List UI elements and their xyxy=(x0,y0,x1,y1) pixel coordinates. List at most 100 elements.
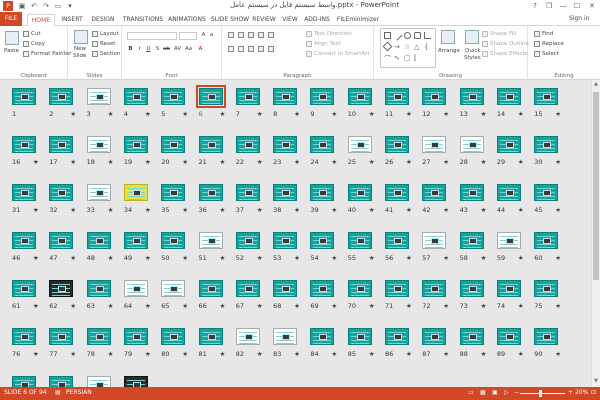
normal-view-icon[interactable]: ▭ xyxy=(468,389,474,396)
slide-thumbnail[interactable] xyxy=(123,232,148,249)
quick-styles-button[interactable]: Quick xyxy=(465,48,481,54)
reset-button[interactable]: Reset xyxy=(100,41,115,47)
slide-thumbnail[interactable] xyxy=(496,184,521,201)
convert-smartart-button[interactable]: Convert to SmartArt xyxy=(314,51,370,57)
columns-icon[interactable] xyxy=(268,46,274,52)
transition-star-icon[interactable]: ★ xyxy=(108,302,114,310)
transition-star-icon[interactable]: ★ xyxy=(220,110,226,118)
slide-thumbnail[interactable] xyxy=(123,280,148,297)
zoom-out-icon[interactable]: − xyxy=(514,389,519,396)
shape-fill-button[interactable]: Shape Fill xyxy=(490,31,516,37)
slide-thumbnail[interactable] xyxy=(496,136,521,153)
transition-star-icon[interactable]: ★ xyxy=(108,254,114,262)
slide-thumbnail[interactable] xyxy=(347,328,372,345)
slide-thumbnail[interactable] xyxy=(86,328,111,345)
slide-thumbnail[interactable] xyxy=(235,184,260,201)
transition-star-icon[interactable]: ★ xyxy=(70,158,76,166)
transition-star-icon[interactable]: ★ xyxy=(555,158,561,166)
transition-star-icon[interactable]: ★ xyxy=(331,206,337,214)
slide-thumbnail[interactable] xyxy=(422,184,447,201)
align-text-button[interactable]: Align Text xyxy=(314,41,341,47)
slide-thumbnail[interactable] xyxy=(273,280,298,297)
slide-thumbnail[interactable] xyxy=(385,136,409,153)
bullets-icon[interactable] xyxy=(228,32,234,38)
proofing-icon[interactable]: ▤ xyxy=(55,389,61,396)
brace-shape-icon[interactable]: { xyxy=(424,43,431,51)
slide-thumbnail[interactable] xyxy=(422,280,447,297)
slide-thumbnail[interactable] xyxy=(459,184,484,201)
transition-star-icon[interactable]: ★ xyxy=(257,254,263,262)
new-slide-icon[interactable] xyxy=(74,30,88,44)
scroll-up-icon[interactable]: ▲ xyxy=(593,81,599,89)
transition-star-icon[interactable]: ★ xyxy=(294,302,300,310)
layout-button[interactable]: Layout xyxy=(100,31,119,37)
transition-star-icon[interactable]: ★ xyxy=(518,302,524,310)
transition-star-icon[interactable]: ★ xyxy=(369,254,375,262)
transition-star-icon[interactable]: ★ xyxy=(555,206,561,214)
transition-star-icon[interactable]: ★ xyxy=(406,110,412,118)
transition-star-icon[interactable]: ★ xyxy=(481,254,487,262)
slide-thumbnail[interactable] xyxy=(459,328,484,345)
tab-fileminimizer[interactable]: FILEminimizer xyxy=(334,14,382,26)
transition-star-icon[interactable]: ★ xyxy=(257,302,263,310)
format-painter-icon[interactable] xyxy=(23,51,29,57)
minimize-icon[interactable]: — xyxy=(556,0,570,12)
close-icon[interactable]: ✕ xyxy=(585,0,599,12)
transition-star-icon[interactable]: ★ xyxy=(145,254,151,262)
transition-star-icon[interactable]: ★ xyxy=(406,158,412,166)
transition-star-icon[interactable]: ★ xyxy=(518,350,524,358)
transition-star-icon[interactable]: ★ xyxy=(369,110,375,118)
new-slide-button[interactable]: New xyxy=(74,46,86,52)
slide-thumbnail[interactable] xyxy=(195,85,226,108)
transition-star-icon[interactable]: ★ xyxy=(481,302,487,310)
transition-star-icon[interactable]: ★ xyxy=(443,206,449,214)
slide-thumbnail[interactable] xyxy=(422,88,447,105)
transition-star-icon[interactable]: ★ xyxy=(518,110,524,118)
line-shape-icon[interactable] xyxy=(392,30,403,41)
star-shape-icon[interactable]: ☆ xyxy=(404,43,411,51)
slide-thumbnail[interactable] xyxy=(198,280,223,297)
transition-star-icon[interactable]: ★ xyxy=(108,350,114,358)
slide-thumbnail[interactable] xyxy=(49,184,74,201)
slide-thumbnail[interactable] xyxy=(496,280,521,297)
diamond-shape-icon[interactable] xyxy=(382,41,393,52)
slide-thumbnail[interactable] xyxy=(161,136,186,153)
slide-thumbnail[interactable] xyxy=(385,328,409,345)
sign-in-link[interactable]: Sign in xyxy=(569,15,589,22)
slide-thumbnail[interactable] xyxy=(534,232,559,249)
paste-button[interactable]: Paste xyxy=(4,48,19,54)
transition-star-icon[interactable]: ★ xyxy=(182,158,188,166)
transition-star-icon[interactable]: ★ xyxy=(369,158,375,166)
slide-thumbnail[interactable] xyxy=(198,184,223,201)
transition-star-icon[interactable]: ★ xyxy=(33,302,39,310)
reset-icon[interactable] xyxy=(92,41,98,47)
transition-star-icon[interactable]: ★ xyxy=(145,350,151,358)
arrange-icon[interactable] xyxy=(441,30,455,44)
font-color-button[interactable]: A xyxy=(197,46,204,53)
rectangle-shape-icon[interactable] xyxy=(384,32,391,39)
transition-star-icon[interactable]: ★ xyxy=(555,302,561,310)
line-spacing-icon[interactable] xyxy=(268,32,274,38)
slide-thumbnail[interactable] xyxy=(161,88,186,105)
transition-star-icon[interactable]: ★ xyxy=(182,206,188,214)
scrollbar-thumb[interactable] xyxy=(593,92,599,280)
cut-button[interactable]: Cut xyxy=(31,31,40,37)
slide-thumbnail[interactable] xyxy=(86,136,111,153)
increase-indent-icon[interactable] xyxy=(258,32,264,38)
slide-thumbnail[interactable] xyxy=(123,328,148,345)
transition-star-icon[interactable]: ★ xyxy=(294,158,300,166)
tab-view[interactable]: VIEW xyxy=(280,14,300,26)
transition-star-icon[interactable]: ★ xyxy=(257,158,263,166)
slide-thumbnail[interactable] xyxy=(235,280,260,297)
transition-star-icon[interactable]: ★ xyxy=(70,302,76,310)
quick-styles-icon[interactable] xyxy=(465,30,479,44)
align-left-icon[interactable] xyxy=(228,46,234,52)
transition-star-icon[interactable]: ★ xyxy=(182,350,188,358)
transition-star-icon[interactable]: ★ xyxy=(108,206,114,214)
new-slide-button-line2[interactable]: Slide xyxy=(73,53,86,59)
slide-thumbnail[interactable] xyxy=(459,280,484,297)
slide-thumbnail[interactable] xyxy=(496,232,521,249)
tab-add-ins[interactable]: ADD-INS xyxy=(302,14,332,26)
transition-star-icon[interactable]: ★ xyxy=(555,350,561,358)
slide-thumbnail[interactable] xyxy=(12,136,36,153)
